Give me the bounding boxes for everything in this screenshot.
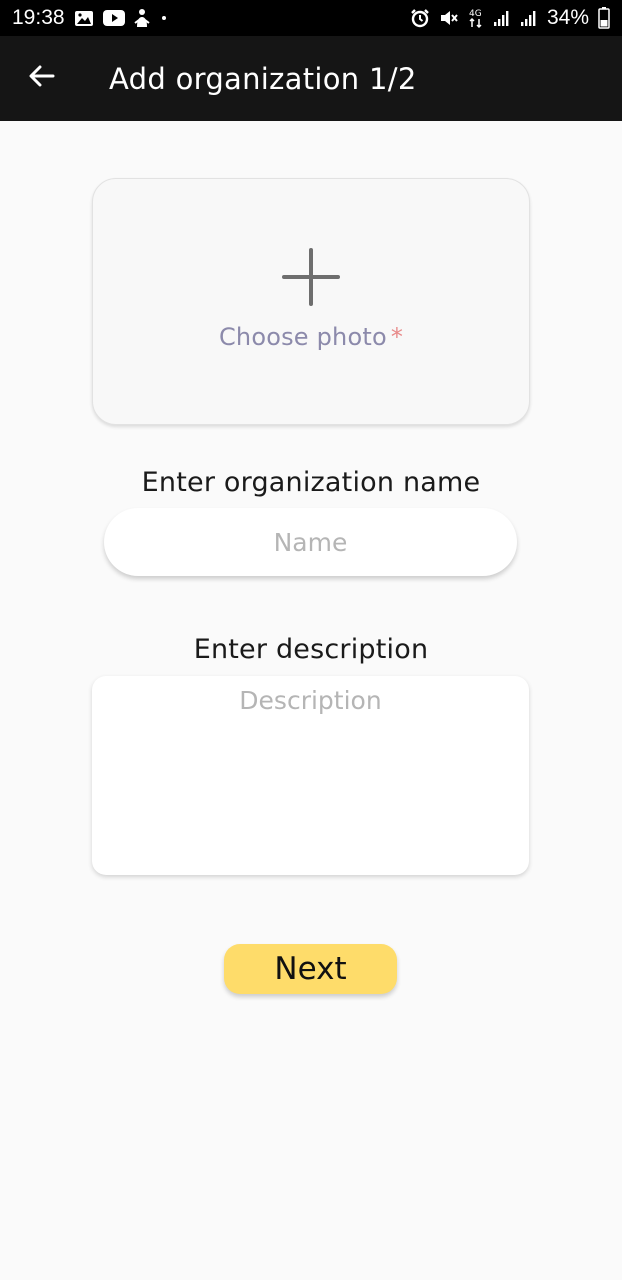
- arrow-left-icon: [29, 65, 55, 92]
- battery-icon: [598, 7, 610, 29]
- status-right: 4G 34%: [410, 6, 610, 30]
- plus-icon: [282, 248, 340, 311]
- required-mark: *: [390, 323, 404, 351]
- description-input[interactable]: [92, 676, 529, 875]
- svg-text:4G: 4G: [469, 9, 482, 19]
- notification-icon: [133, 8, 150, 28]
- choose-photo-label: Choose photo *: [219, 323, 403, 351]
- status-time: 19:38: [12, 6, 65, 29]
- dot-icon: [159, 13, 169, 23]
- choose-photo-button[interactable]: Choose photo *: [92, 178, 530, 425]
- mute-icon: [439, 8, 459, 28]
- battery-percent: 34%: [546, 6, 589, 29]
- alarm-icon: [410, 8, 430, 28]
- app-bar: Add organization 1/2: [0, 36, 622, 121]
- organization-name-input[interactable]: [104, 508, 517, 576]
- signal-icon: [493, 9, 511, 27]
- choose-photo-text: Choose photo: [218, 323, 387, 351]
- 4g-icon: 4G: [468, 7, 484, 29]
- youtube-icon: [102, 10, 125, 26]
- organization-name-label: Enter organization name: [141, 467, 481, 498]
- status-left: 19:38: [12, 6, 169, 30]
- next-button[interactable]: Next: [224, 944, 397, 994]
- gallery-icon: [74, 10, 94, 27]
- status-bar: 19:38 4G 34%: [0, 0, 622, 36]
- back-button[interactable]: [0, 36, 84, 121]
- description-label: Enter description: [193, 634, 429, 665]
- page-title: Add organization 1/2: [109, 61, 417, 96]
- signal-icon-2: [520, 9, 538, 27]
